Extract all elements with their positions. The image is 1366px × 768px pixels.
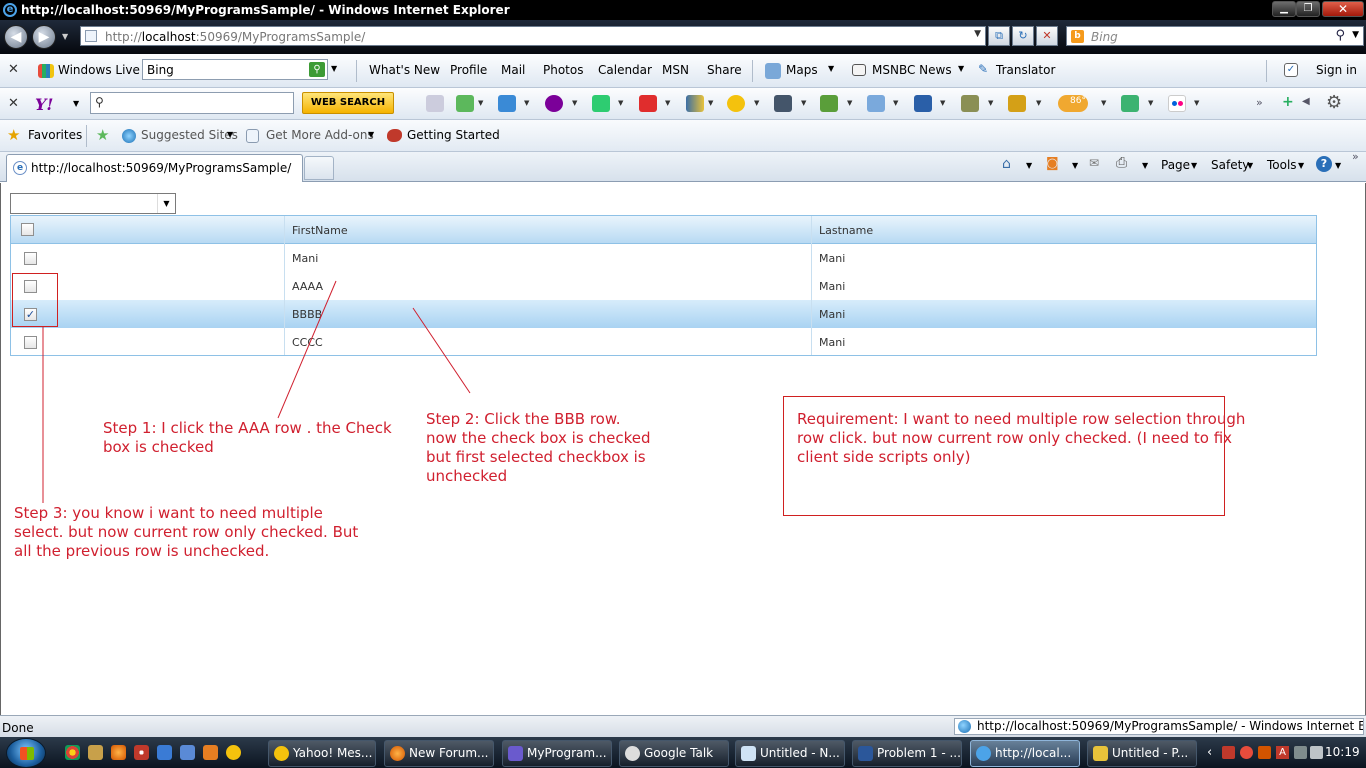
yahoo-messenger-icon (274, 746, 289, 761)
annotation-step2-line: now the check box is checked (426, 429, 651, 447)
annotation-step2-line: but first selected checkbox is (426, 448, 646, 466)
messenger-quicklaunch-icon[interactable] (226, 745, 241, 760)
desktop-icon[interactable] (157, 745, 172, 760)
system-clock[interactable]: 10:19 (1325, 745, 1360, 759)
media-player-icon[interactable] (203, 745, 218, 760)
status-url-text: http://localhost:50969/MyProgramsSample/… (977, 719, 1363, 733)
chrome-icon[interactable] (65, 745, 80, 760)
taskbar-item-label: Problem 1 - ... (877, 746, 961, 760)
taskbar-item[interactable]: Untitled - N... (735, 740, 845, 767)
taskbar-item-label: New Forum... (409, 746, 489, 760)
taskbar-item[interactable]: Google Talk (619, 740, 729, 767)
tray-app-icon[interactable] (1222, 746, 1235, 759)
annotation-step3-line: all the previous row is unchecked. (14, 542, 270, 560)
tray-volume-icon[interactable] (1310, 746, 1323, 759)
windows-logo-icon (20, 747, 34, 760)
paint-icon (1093, 746, 1108, 761)
media-icon[interactable] (134, 745, 149, 760)
annotation-step1-line: Step 1: I click the AAA row . the Check (103, 419, 392, 437)
tray-expand-icon[interactable]: ‹ (1207, 745, 1212, 760)
taskbar-item[interactable]: Untitled - P... (1087, 740, 1197, 767)
annotation-requirement-line: Requirement: I want to need multiple row… (797, 410, 1246, 428)
taskbar-item-label: Untitled - P... (1112, 746, 1189, 760)
annotation-step1-line: box is checked (103, 438, 214, 456)
firefox-icon[interactable] (111, 745, 126, 760)
taskbar-item[interactable]: Yahoo! Mes... (268, 740, 376, 767)
annotation-step2: Step 2: Click the BBB row. now the check… (426, 410, 651, 486)
google-talk-icon (625, 746, 640, 761)
internet-zone-icon (958, 720, 971, 733)
ie-icon (976, 746, 991, 761)
annotation-line-step2 (412, 307, 471, 394)
annotation-requirement-line: row click. but now current row only chec… (797, 429, 1233, 447)
tray-battery-icon[interactable] (1294, 746, 1307, 759)
taskbar-item-label: Google Talk (644, 746, 714, 760)
word-icon (858, 746, 873, 761)
taskbar-item[interactable]: New Forum... (384, 740, 494, 767)
firefox-icon (390, 746, 405, 761)
annotation-step2-line: unchecked (426, 467, 508, 485)
taskbar-item-label: http://local... (995, 746, 1072, 760)
requirement-box: Requirement: I want to need multiple row… (783, 396, 1245, 516)
annotation-requirement-line: client side scripts only) (797, 448, 971, 466)
taskbar-item-label: MyProgram... (527, 746, 607, 760)
tray-mail-icon[interactable] (1258, 746, 1271, 759)
tray-font-icon[interactable]: A (1276, 746, 1289, 759)
annotation-lines (42, 280, 471, 503)
folder-icon[interactable] (88, 745, 103, 760)
annotation-step3-line: Step 3: you know i want to need multiple (14, 504, 323, 522)
taskbar-item-label: Untitled - N... (760, 746, 840, 760)
visual-studio-icon (508, 746, 523, 761)
annotation-requirement: Requirement: I want to need multiple row… (797, 410, 1245, 467)
tray-antivirus-icon[interactable] (1240, 746, 1253, 759)
taskbar-item-active[interactable]: http://local... (970, 740, 1080, 767)
annotation-step3-line: select. but now current row only checked… (14, 523, 359, 541)
annotation-step2-line: Step 2: Click the BBB row. (426, 410, 621, 428)
taskbar-item[interactable]: Problem 1 - ... (852, 740, 962, 767)
status-text: Done (2, 721, 34, 735)
annotation-step3: Step 3: you know i want to need multiple… (14, 504, 358, 561)
start-button[interactable] (6, 738, 46, 768)
taskbar-item[interactable]: MyProgram... (502, 740, 612, 767)
notepad-icon (741, 746, 756, 761)
annotation-line-step1 (277, 280, 337, 419)
explorer-icon[interactable] (180, 745, 195, 760)
status-zone: http://localhost:50969/MyProgramsSample/… (954, 718, 1364, 735)
taskbar-item-label: Yahoo! Mes... (293, 746, 373, 760)
annotation-step1: Step 1: I click the AAA row . the Check … (103, 419, 392, 457)
